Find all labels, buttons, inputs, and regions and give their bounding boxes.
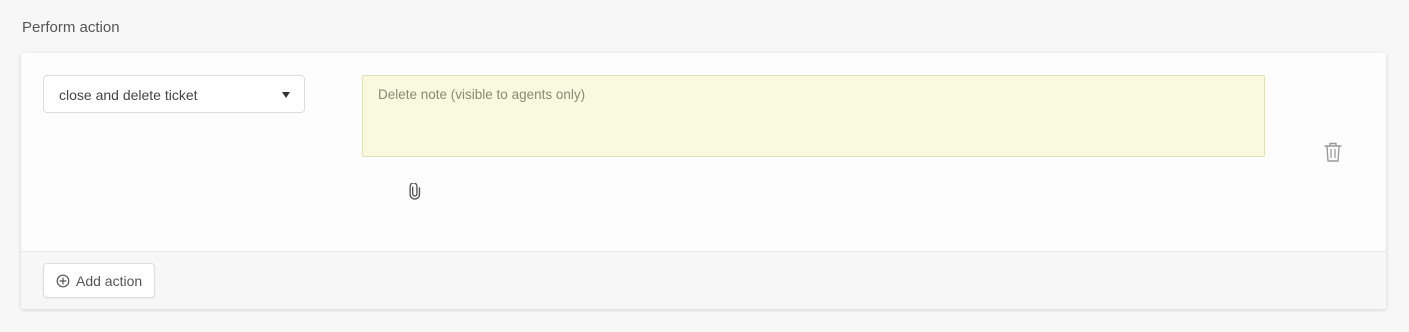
add-action-button[interactable]: Add action [43, 263, 155, 298]
action-type-select[interactable]: close and delete ticket [43, 75, 305, 113]
add-action-label: Add action [76, 273, 143, 289]
paperclip-icon[interactable] [407, 182, 423, 203]
plus-circle-icon [56, 274, 70, 288]
caret-down-icon [282, 92, 290, 98]
trash-icon[interactable] [1323, 141, 1343, 163]
card-footer: Add action [21, 251, 1386, 309]
section-title: Perform action [22, 19, 120, 36]
action-type-value: close and delete ticket [59, 87, 198, 103]
action-card: close and delete ticket Delete note (vis… [21, 53, 1386, 309]
action-row: close and delete ticket Delete note (vis… [21, 53, 1386, 251]
delete-note-input[interactable]: Delete note (visible to agents only) [362, 75, 1265, 157]
